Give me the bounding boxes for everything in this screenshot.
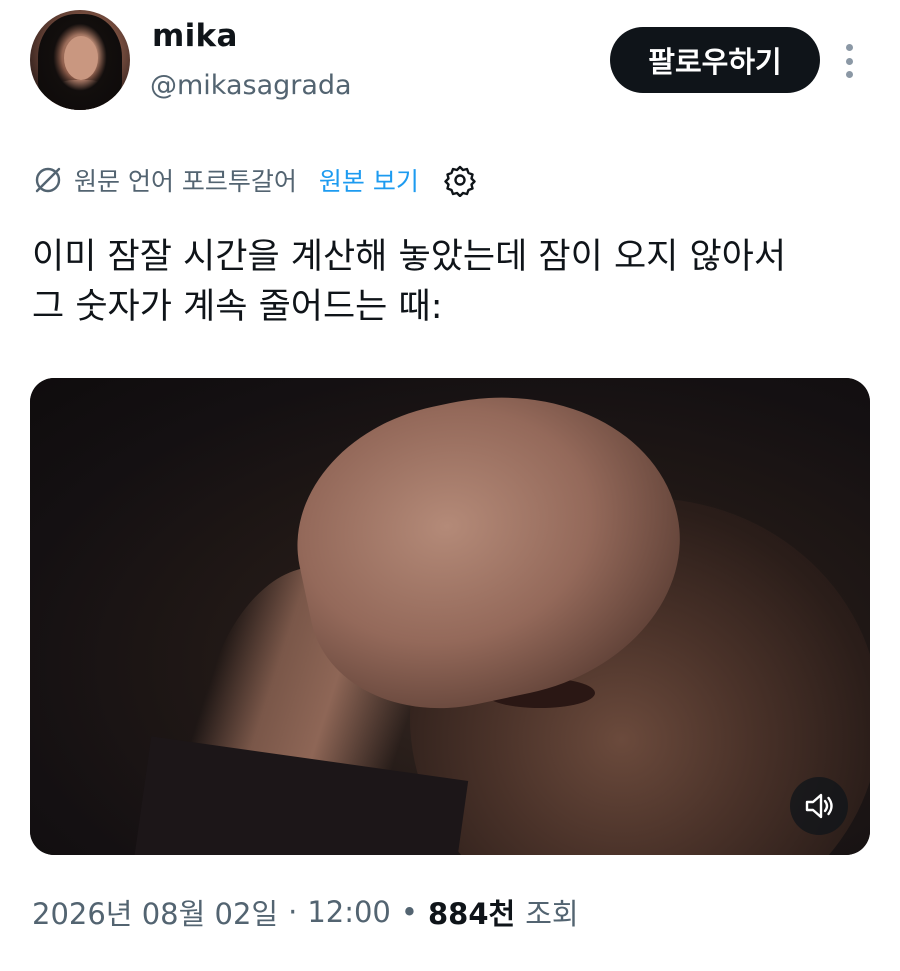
tweet-text: 이미 잠잘 시간을 계산해 놓았는데 잠이 오지 않아서 그 숫자가 계속 줄어… — [32, 232, 872, 332]
tweet-media[interactable] — [30, 378, 870, 855]
views-label: 조회 — [525, 897, 579, 931]
tweet-time[interactable]: 12:00 — [307, 895, 391, 929]
more-options-icon[interactable] — [834, 40, 864, 82]
speaker-muted-icon — [805, 793, 833, 819]
display-name[interactable]: mika — [152, 18, 238, 54]
bullet-separator: • — [400, 895, 418, 929]
follow-button[interactable]: 팔로우하기 — [610, 27, 820, 93]
avatar-hair — [38, 14, 122, 110]
translation-label: 원문 언어 포르투갈어 — [74, 167, 297, 196]
dot — [845, 71, 853, 78]
tweet-meta: 2026년 08월 02일 · 12:00 • 884천 조회 — [32, 890, 579, 934]
show-original-link[interactable]: 원본 보기 — [319, 162, 419, 198]
tweet-header: mika @mikasagrada 팔로우하기 — [0, 0, 900, 130]
separator-dot: · — [288, 895, 298, 929]
tweet-text-line: 이미 잠잘 시간을 계산해 놓았는데 잠이 오지 않아서 — [32, 237, 787, 277]
mute-button[interactable] — [790, 777, 848, 835]
avatar[interactable] — [30, 10, 130, 110]
gear-icon[interactable] — [443, 163, 477, 197]
views-count[interactable]: 884천 — [428, 891, 515, 933]
dot — [845, 44, 853, 51]
tweet-text-line: 그 숫자가 계속 줄어드는 때: — [32, 287, 443, 327]
tweet-date[interactable]: 2026년 08월 02일 — [32, 891, 278, 933]
translate-icon — [35, 167, 61, 193]
translation-bar: 원문 언어 포르투갈어 원본 보기 — [32, 160, 477, 200]
dot — [845, 57, 853, 65]
user-handle[interactable]: @mikasagrada — [150, 70, 352, 101]
